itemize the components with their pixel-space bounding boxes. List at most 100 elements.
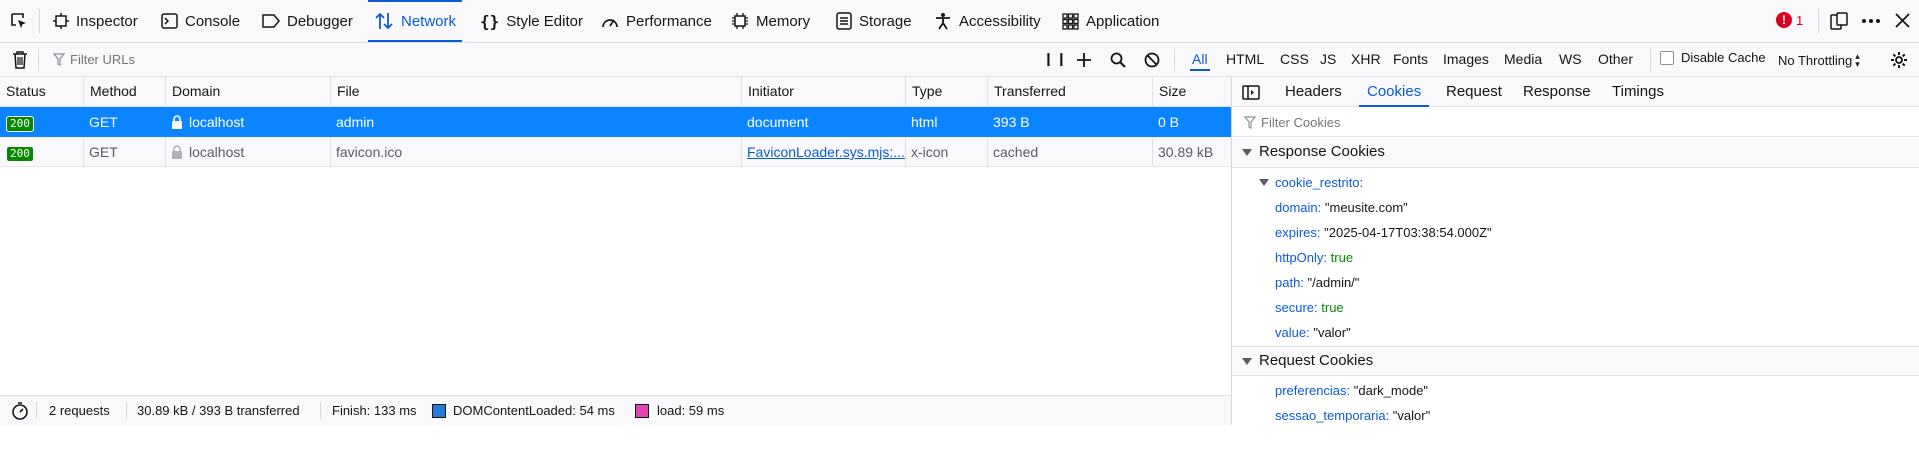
accessibility-icon: [934, 12, 952, 30]
filter-cookies-input[interactable]: [1261, 111, 1561, 133]
tab-label: Memory: [756, 12, 811, 30]
tab-application[interactable]: Application: [1062, 0, 1159, 42]
column-header-file[interactable]: File: [330, 77, 742, 106]
status-badge: 200: [6, 116, 34, 132]
cookie-prop-path: path: "/admin/": [1275, 273, 1359, 293]
cookie-prop-httponly: httpOnly: true: [1275, 248, 1353, 268]
toolbar-divider: [1818, 9, 1819, 33]
request-cookie-sessao-temporaria: sessao_temporaria: "valor": [1275, 406, 1430, 426]
performance-icon: [601, 13, 619, 29]
filter-type-images[interactable]: Images: [1441, 49, 1491, 69]
column-header-initiator[interactable]: Initiator: [741, 77, 906, 106]
tab-network[interactable]: Network: [367, 0, 463, 42]
devtools-toolbar: Inspector Console Debugger Network {} St…: [0, 0, 1919, 43]
pause-icon[interactable]: ❙❙: [1043, 51, 1069, 67]
tab-response[interactable]: Response: [1523, 77, 1591, 106]
request-details-panel: Headers Cookies Request Response Timings…: [1231, 77, 1919, 425]
tab-performance[interactable]: Performance: [601, 0, 712, 42]
memory-icon: [731, 12, 749, 30]
status-divider: [126, 402, 127, 419]
cookie-prop-secure: secure: true: [1275, 298, 1344, 318]
error-count-badge[interactable]: ! 1: [1776, 12, 1803, 28]
search-icon[interactable]: [1110, 52, 1126, 68]
tab-timings[interactable]: Timings: [1612, 77, 1664, 106]
status-cell: 200: [0, 137, 84, 167]
stopwatch-icon[interactable]: [11, 402, 29, 420]
initiator-link[interactable]: FaviconLoader.sys.mjs:...: [741, 137, 906, 167]
tab-accessibility[interactable]: Accessibility: [934, 0, 1041, 42]
disable-cache-checkbox[interactable]: [1660, 51, 1674, 65]
close-icon[interactable]: [1895, 13, 1910, 28]
tab-style-editor[interactable]: {} Style Editor: [480, 0, 583, 42]
response-cookies-section[interactable]: Response Cookies: [1232, 138, 1919, 168]
column-header-size[interactable]: Size: [1152, 77, 1231, 106]
tab-storage[interactable]: Storage: [836, 0, 912, 42]
status-badge: 200: [6, 146, 34, 162]
storage-icon: [836, 12, 852, 30]
tab-label: Storage: [859, 12, 912, 30]
column-header-transferred[interactable]: Transferred: [987, 77, 1153, 106]
tab-headers[interactable]: Headers: [1285, 77, 1342, 106]
column-header-status[interactable]: Status: [0, 77, 84, 106]
domain-cell: localhost: [165, 107, 331, 137]
toolbar-divider: [39, 9, 40, 33]
domain-text: localhost: [189, 114, 245, 130]
cookie-prop-value: value: "valor": [1275, 323, 1351, 343]
request-table-header: Status Method Domain File Initiator Type…: [0, 77, 1231, 107]
prop-key: preferencias:: [1275, 383, 1351, 398]
prop-value: "2025-04-17T03:38:54.000Z": [1324, 225, 1492, 240]
section-title: Request Cookies: [1259, 352, 1374, 369]
domain-text: localhost: [189, 144, 245, 160]
chevron-down-icon: [1259, 179, 1269, 187]
filter-type-xhr[interactable]: XHR: [1349, 49, 1383, 69]
throttling-select[interactable]: No Throttling ▴ ▾: [1778, 47, 1863, 73]
column-header-method[interactable]: Method: [83, 77, 166, 106]
filter-type-css[interactable]: CSS: [1278, 49, 1311, 69]
domain-cell: localhost: [165, 137, 331, 167]
tab-cookies[interactable]: Cookies: [1358, 77, 1430, 107]
disable-cache-label: Disable Cache: [1681, 50, 1766, 65]
prop-value: "dark_mode": [1353, 383, 1429, 398]
tab-console[interactable]: Console: [161, 0, 240, 42]
request-cookies-section[interactable]: Request Cookies: [1232, 346, 1919, 376]
tab-label: Accessibility: [959, 12, 1041, 30]
tab-inspector[interactable]: Inspector: [53, 0, 138, 42]
more-options-icon[interactable]: [1861, 12, 1881, 30]
request-count: 2 requests: [49, 403, 110, 418]
inspector-icon: [53, 13, 69, 29]
filter-type-js[interactable]: JS: [1318, 49, 1338, 69]
filter-type-media[interactable]: Media: [1502, 49, 1544, 69]
status-divider: [36, 402, 37, 419]
filter-type-all[interactable]: All: [1190, 49, 1210, 71]
filter-icon: [1244, 116, 1256, 129]
responsive-design-icon[interactable]: [1830, 12, 1848, 30]
cookie-tree-node[interactable]: cookie_restrito:: [1259, 173, 1363, 193]
column-divider: [83, 137, 84, 167]
filter-urls-input[interactable]: [70, 48, 370, 70]
trash-icon[interactable]: [12, 50, 28, 69]
chevron-down-icon: [1242, 149, 1252, 157]
column-header-type[interactable]: Type: [905, 77, 988, 106]
toggle-sidebar-icon[interactable]: [1242, 85, 1260, 100]
tab-label: Console: [185, 12, 241, 30]
size-cell: 0 B: [1158, 114, 1180, 130]
filter-type-ws[interactable]: WS: [1557, 49, 1584, 69]
column-header-domain[interactable]: Domain: [165, 77, 331, 106]
add-icon[interactable]: [1076, 52, 1092, 68]
block-icon[interactable]: [1144, 52, 1160, 68]
filter-type-other[interactable]: Other: [1596, 49, 1635, 69]
table-row[interactable]: 200 GET localhost favicon.ico FaviconLoa…: [0, 137, 1231, 167]
gear-icon[interactable]: [1890, 51, 1908, 69]
lock-icon: [171, 145, 183, 159]
tab-debugger[interactable]: Debugger: [262, 0, 353, 42]
tab-request[interactable]: Request: [1446, 77, 1502, 106]
filter-type-html[interactable]: HTML: [1224, 49, 1266, 69]
error-count: 1: [1796, 12, 1804, 28]
prop-value: "/admin/": [1307, 275, 1360, 290]
status-divider: [320, 402, 321, 419]
tab-label: Performance: [626, 12, 712, 30]
filter-type-fonts[interactable]: Fonts: [1391, 49, 1430, 69]
element-picker-icon[interactable]: [10, 12, 28, 30]
table-row[interactable]: 200 GET localhost admin document html 39…: [0, 107, 1231, 137]
tab-memory[interactable]: Memory: [731, 0, 810, 42]
